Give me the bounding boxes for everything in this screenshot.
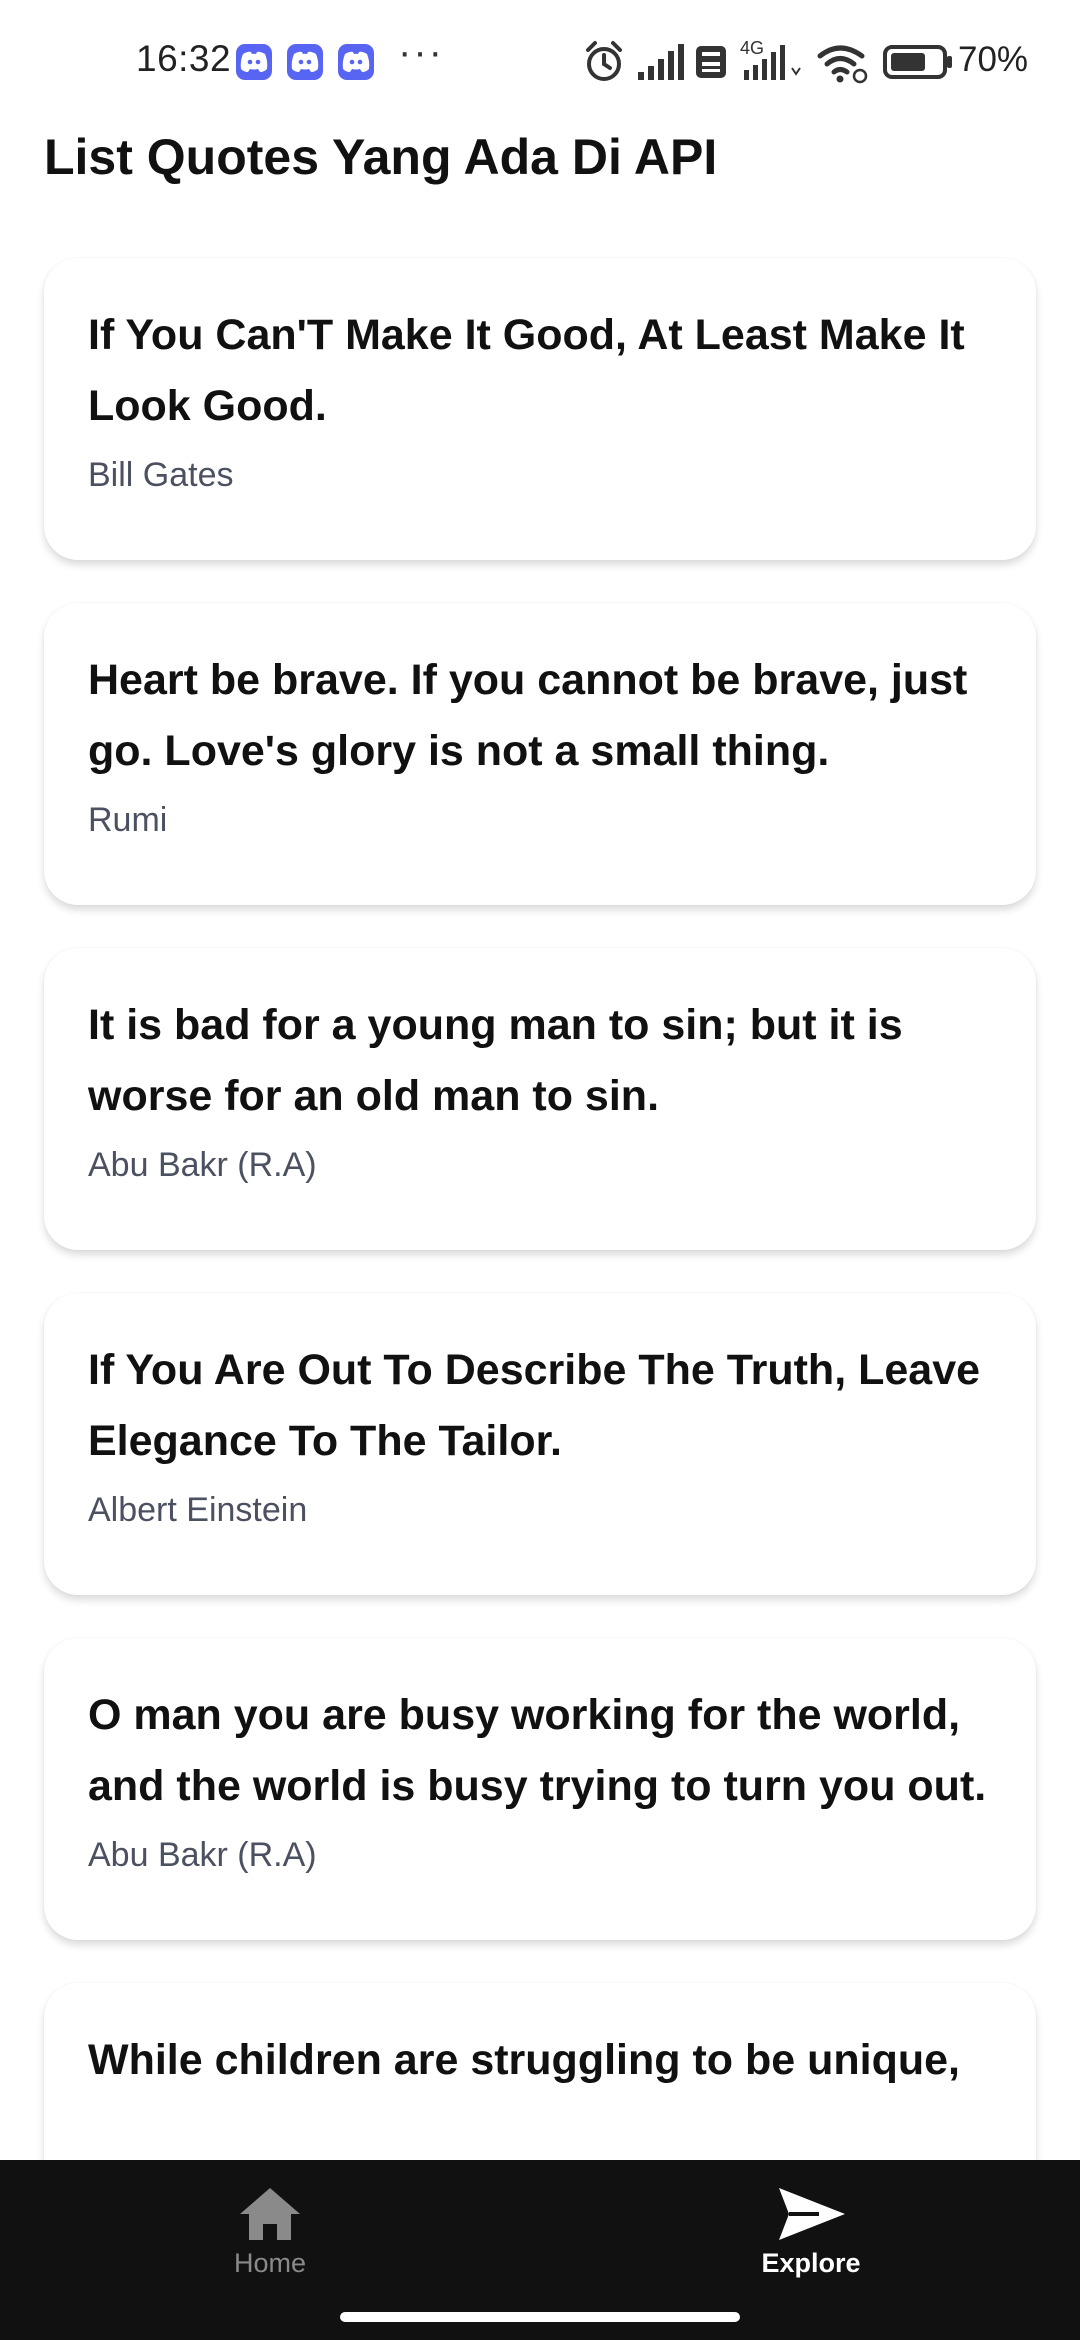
volte-icon [696,46,726,78]
page-title: List Quotes Yang Ada Di API [44,129,718,185]
quote-text: Heart be brave. If you cannot be brave, … [88,656,968,775]
quote-author: Rumi [88,801,168,839]
home-icon [240,2188,300,2240]
nav-label-explore: Explore [761,2248,861,2278]
signal-icon [638,44,684,80]
quote-card[interactable]: Heart be brave. If you cannot be brave, … [44,603,1036,905]
discord-icon [287,44,323,80]
more-notifications-icon: ··· [398,30,444,74]
discord-icon [236,44,272,80]
battery-icon [883,45,952,79]
quote-text: If You Can'T Make It Good, At Least Make… [88,311,965,430]
send-icon [779,2188,845,2240]
alarm-icon [586,41,622,81]
quote-card[interactable]: If You Can'T Make It Good, At Least Make… [44,258,1036,560]
quote-card[interactable]: It is bad for a young man to sin; but it… [44,948,1036,1250]
quote-text: If You Are Out To Describe The Truth, Le… [88,1346,981,1465]
nav-item-home[interactable]: Home [170,2184,370,2279]
battery-percent: 70% [958,40,1029,79]
signal-icon [744,45,801,80]
quote-card[interactable]: If You Are Out To Describe The Truth, Le… [44,1293,1036,1595]
quote-author: Albert Einstein [88,1491,308,1529]
home-indicator[interactable] [340,2312,740,2322]
nav-label-home: Home [233,2248,307,2278]
quote-text: While children are struggling to be uniq… [88,2036,960,2084]
status-time: 16:32 [136,38,232,79]
status-bar: 16:32 ··· 4G 70% [0,0,1080,124]
nav-item-explore[interactable]: Explore [711,2184,911,2279]
discord-icon [338,44,374,80]
quote-text: It is bad for a young man to sin; but it… [88,1001,903,1120]
screen: 16:32 ··· 4G 70% List Quotes Yang Ada Di… [0,0,1080,2340]
quote-author: Abu Bakr (R.A) [88,1146,317,1184]
quote-author: Abu Bakr (R.A) [88,1836,317,1874]
wifi-icon [817,45,868,84]
quote-text: O man you are busy working for the world… [88,1691,987,1810]
quote-author: Bill Gates [88,456,234,494]
quote-card[interactable]: O man you are busy working for the world… [44,1638,1036,1940]
